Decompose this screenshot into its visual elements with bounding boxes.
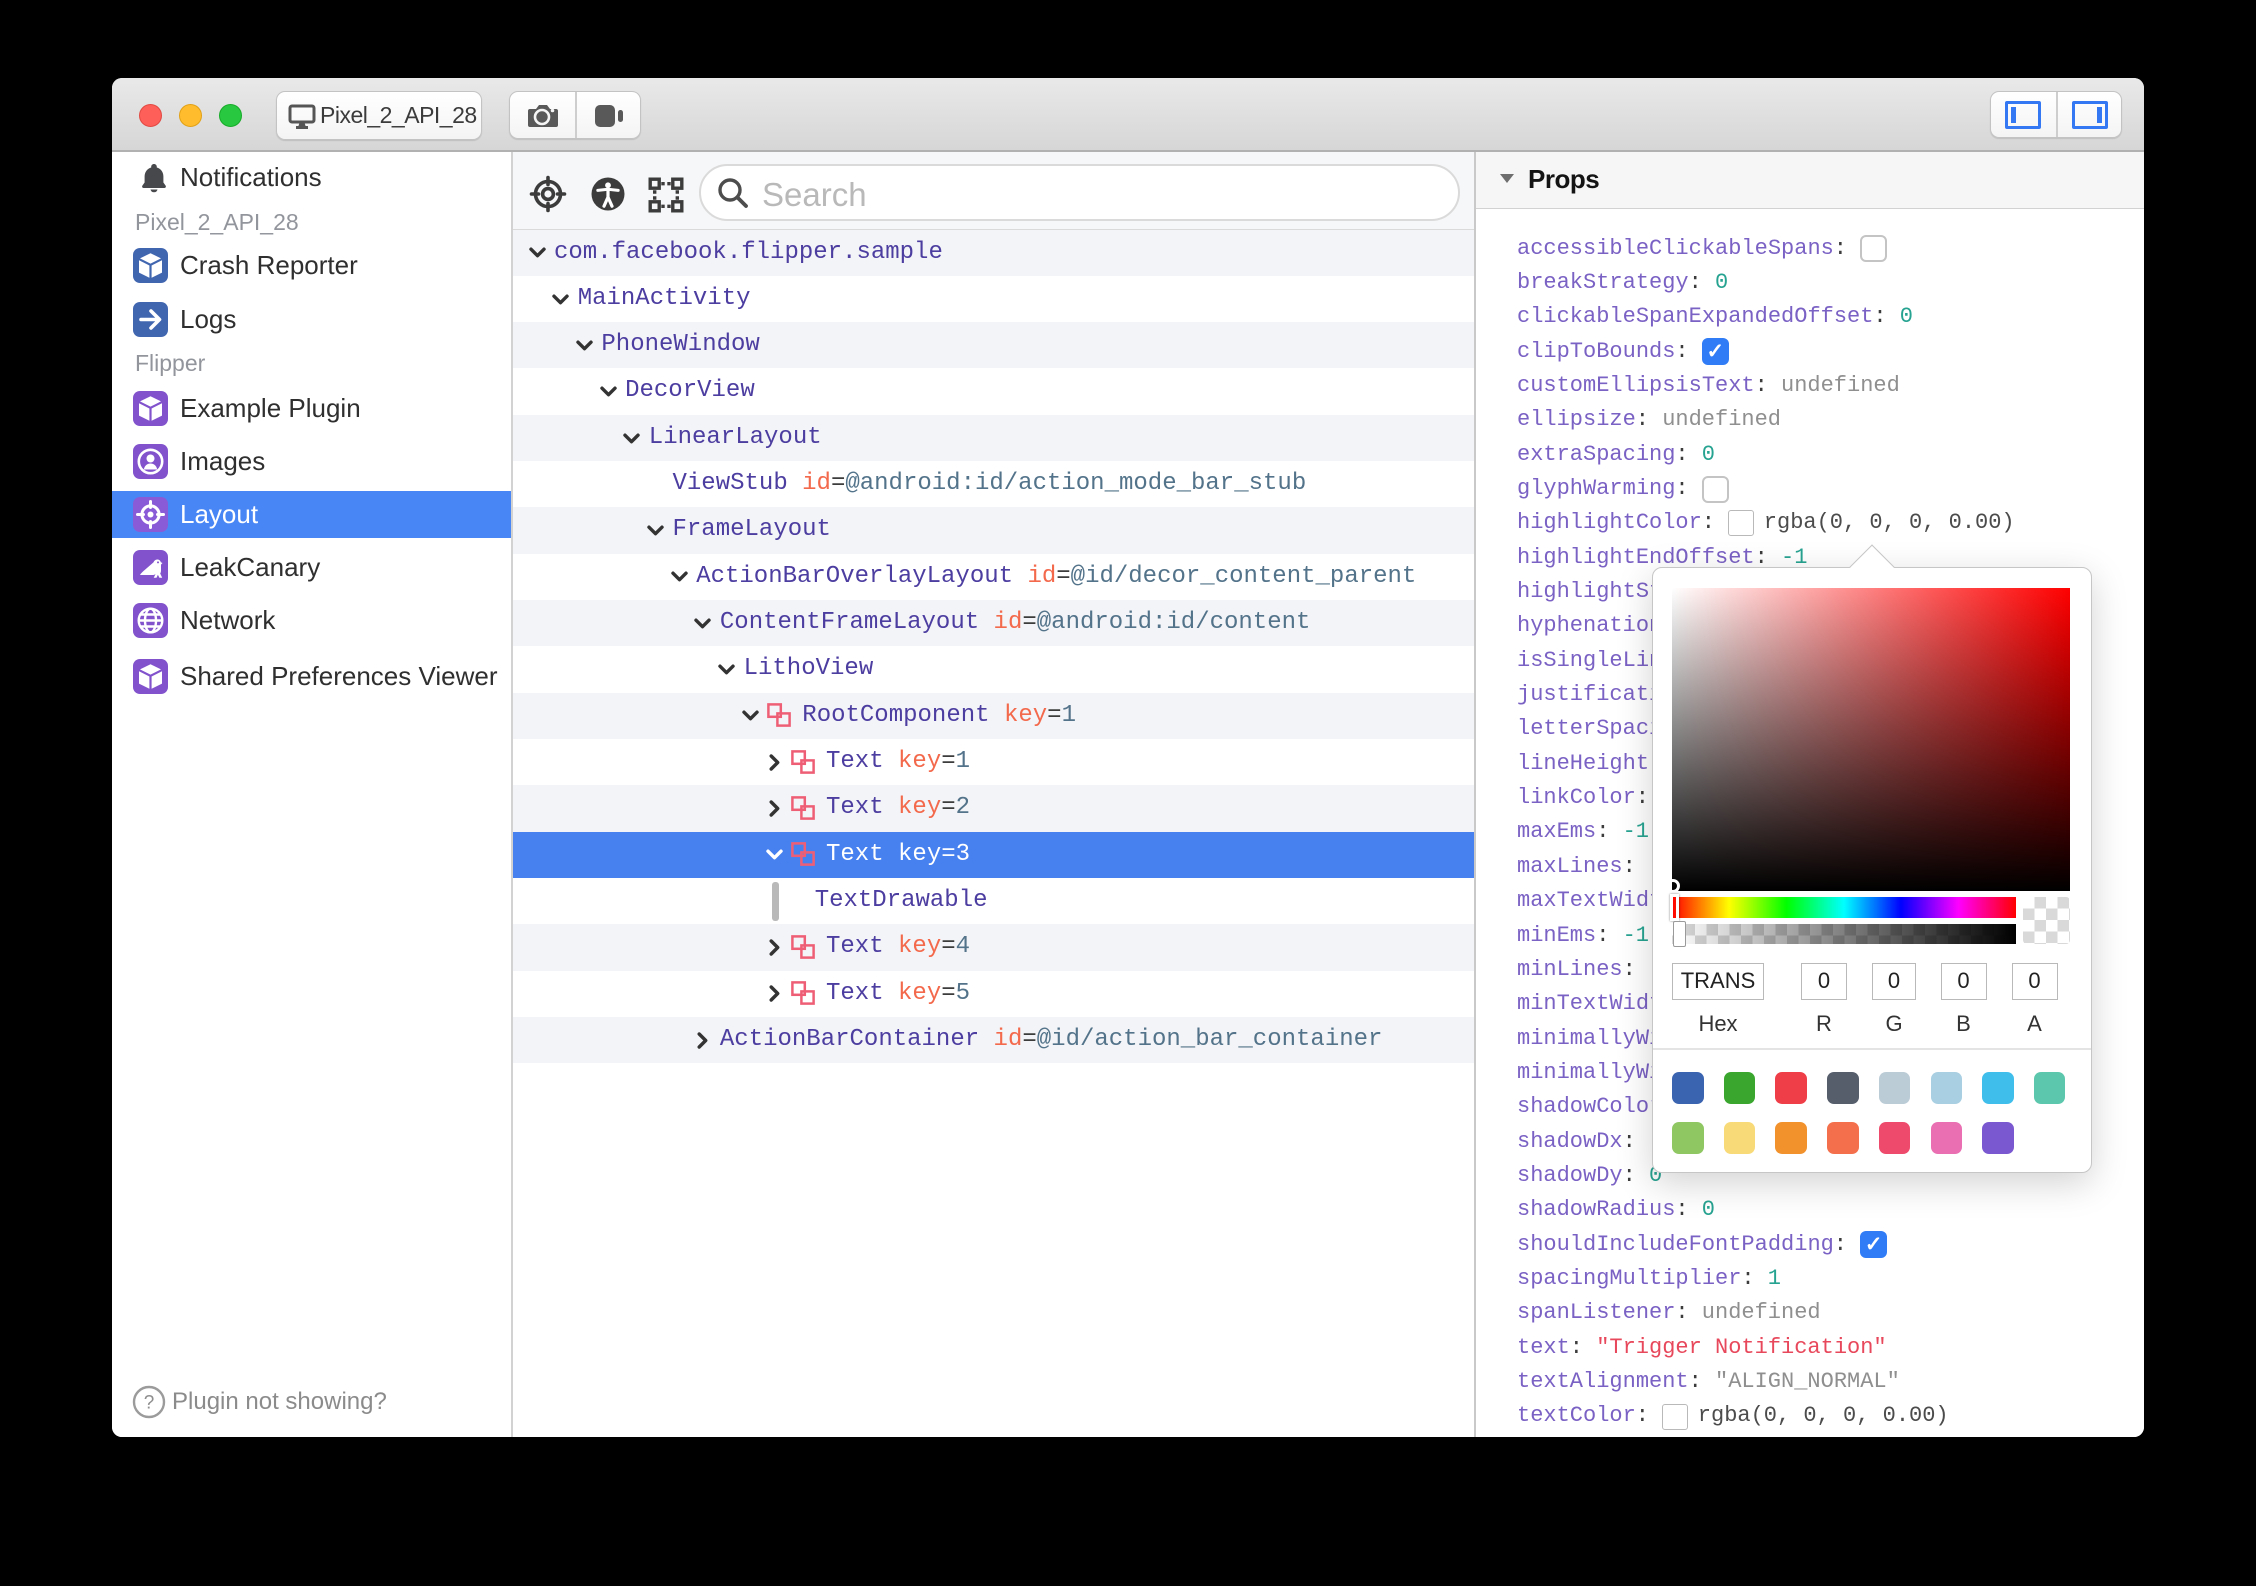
svg-text:?: ?: [144, 1393, 155, 1414]
